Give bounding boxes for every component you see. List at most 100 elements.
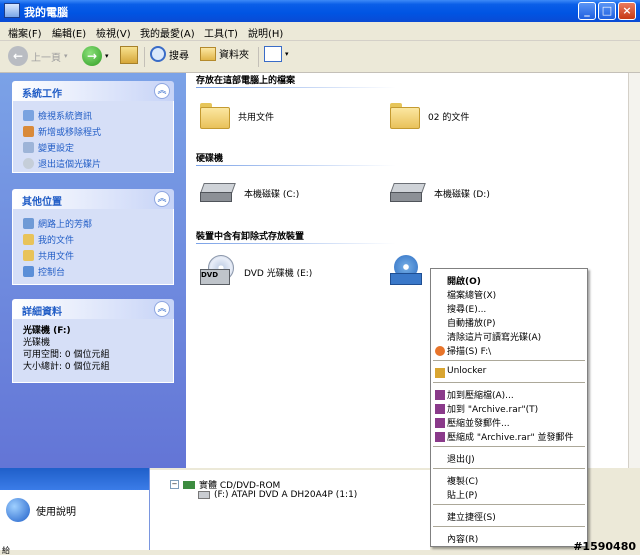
tree-node-drive[interactable]: (F:) ATAPI DVD A DH20A4P (1:1) (198, 490, 357, 500)
toolbar: ← 上一頁 ▾ → ▾ 搜尋 資料夾 ▾ (0, 41, 640, 73)
task-change-setting[interactable]: 變更設定 (23, 139, 173, 155)
collapse-chevron-icon[interactable]: ︽ (154, 83, 170, 99)
help-item[interactable]: 使用說明 (6, 498, 76, 522)
task-eject-disc[interactable]: 退出這個光碟片 (23, 155, 173, 171)
place-network[interactable]: 網路上的芳鄰 (23, 215, 173, 231)
place-label: 控制台 (38, 267, 66, 278)
item-shared-documents[interactable]: 共用文件 (200, 103, 274, 129)
group-divider (196, 87, 396, 88)
forward-dropdown-icon[interactable]: ▾ (105, 52, 109, 60)
tree-node-label: (F:) ATAPI DVD A DH20A4P (1:1) (214, 490, 358, 500)
item-label: 本機磁碟 (C:) (244, 189, 300, 200)
task-view-system-info[interactable]: 檢視系統資訊 (23, 107, 173, 123)
tree-collapse-icon[interactable]: − (170, 480, 179, 489)
item-dvd-drive-e[interactable]: DVD DVD 光碟機 (E:) (200, 255, 312, 289)
menu-create-shortcut[interactable]: 建立捷徑(S) (447, 510, 496, 523)
menu-compress-rar-email[interactable]: 壓縮成 "Archive.rar" 並發郵件 (447, 430, 573, 443)
place-shared-documents[interactable]: 共用文件 (23, 247, 173, 263)
shared-documents-icon (23, 249, 34, 261)
folders-button[interactable]: 資料夾 (200, 46, 249, 61)
menu-unlocker[interactable]: Unlocker (447, 366, 486, 376)
collapse-chevron-icon[interactable]: ︽ (154, 191, 170, 207)
cd-drive-icon (390, 255, 426, 289)
menu-search[interactable]: 搜尋(E)... (447, 302, 486, 315)
menu-add-to-archive-rar[interactable]: 加到 "Archive.rar"(T) (447, 402, 538, 415)
item-user-documents[interactable]: 02 的文件 (390, 103, 469, 129)
system-tasks-header[interactable]: 系統工作 ︽ (12, 81, 174, 101)
menu-scan[interactable]: 掃描(S) F:\ (447, 344, 491, 357)
views-button[interactable]: ▾ (264, 46, 289, 62)
vertical-scrollbar[interactable] (628, 73, 640, 468)
folder-up-icon (120, 46, 138, 64)
item-local-disk-d[interactable]: 本機磁碟 (D:) (390, 181, 490, 205)
menu-separator (433, 446, 585, 447)
menu-open[interactable]: 開啟(O) (447, 274, 481, 287)
details-panel: 詳細資料 ︽ 光碟機 (F:) 光碟機 可用空間: 0 個位元組 大小總計: 0… (12, 299, 174, 383)
folders-icon (200, 46, 216, 61)
task-label: 退出這個光碟片 (38, 159, 102, 170)
network-icon (23, 217, 34, 229)
other-places-body: 網路上的芳鄰 我的文件 共用文件 控制台 (12, 209, 174, 285)
search-label: 搜尋 (169, 50, 189, 62)
menu-erase-disc[interactable]: 清除這片可讀寫光碟(A) (447, 330, 541, 343)
views-dropdown-icon[interactable]: ▾ (285, 50, 289, 58)
menu-help[interactable]: 說明(H) (248, 25, 283, 40)
details-free-space: 可用空間: 0 個位元組 (23, 350, 110, 360)
up-folder-button[interactable] (120, 46, 138, 64)
winrar-icon (435, 404, 445, 414)
search-button[interactable]: 搜尋 (150, 46, 189, 62)
help-label: 使用說明 (36, 506, 76, 518)
toolbar-separator (144, 47, 145, 67)
menu-paste[interactable]: 貼上(P) (447, 488, 477, 501)
other-places-title: 其他位置 (22, 197, 62, 208)
group-header-removable: 裝置中含有卸除式存放裝置 (196, 232, 305, 242)
menu-favorites[interactable]: 我的最愛(A) (140, 25, 195, 40)
menu-file[interactable]: 檔案(F) (8, 25, 42, 40)
place-control-panel[interactable]: 控制台 (23, 263, 173, 279)
back-dropdown-icon[interactable]: ▾ (64, 52, 68, 60)
close-button[interactable]: × (618, 2, 636, 20)
folders-label: 資料夾 (219, 50, 249, 61)
task-pane: 系統工作 ︽ 檢視系統資訊 新增或移除程式 變更設定 退出這個光碟片 其他位置 … (0, 73, 186, 468)
details-title: 詳細資料 (22, 307, 62, 318)
menu-separator (433, 360, 585, 361)
menu-add-to-archive[interactable]: 加到壓縮檔(A)... (447, 388, 514, 401)
maximize-button[interactable]: □ (598, 2, 616, 20)
other-places-panel: 其他位置 ︽ 網路上的芳鄰 我的文件 共用文件 控制台 (12, 189, 174, 285)
control-panel-icon (23, 265, 34, 277)
forward-button[interactable]: → ▾ (82, 46, 109, 66)
item-local-disk-c[interactable]: 本機磁碟 (C:) (200, 181, 299, 205)
minimize-button[interactable]: _ (578, 2, 596, 20)
menu-tools[interactable]: 工具(T) (204, 25, 238, 40)
menu-edit[interactable]: 編輯(E) (52, 25, 86, 40)
menu-compress-email[interactable]: 壓縮並發郵件... (447, 416, 510, 429)
eject-icon (23, 157, 34, 169)
system-tasks-title: 系統工作 (22, 89, 62, 100)
item-label: 本機磁碟 (D:) (434, 189, 490, 200)
menu-properties[interactable]: 內容(R) (447, 532, 478, 545)
title-bar[interactable]: 我的電腦 _ □ × (0, 0, 640, 22)
task-label: 變更設定 (38, 143, 75, 154)
menu-bar: 檔案(F) 編輯(E) 檢視(V) 我的最愛(A) 工具(T) 說明(H) (0, 22, 640, 62)
place-my-documents[interactable]: 我的文件 (23, 231, 173, 247)
menu-autoplay[interactable]: 自動播放(P) (447, 316, 495, 329)
folder-icon (390, 103, 420, 129)
place-label: 網路上的芳鄰 (38, 219, 93, 230)
context-menu: 開啟(O) 檔案總管(X) 搜尋(E)... 自動播放(P) 清除這片可讀寫光碟… (430, 268, 588, 547)
watermark-text: #1590480 (573, 540, 636, 553)
help-panel-header (0, 468, 149, 490)
menu-explore[interactable]: 檔案總管(X) (447, 288, 496, 301)
details-header[interactable]: 詳細資料 ︽ (12, 299, 174, 319)
menu-eject[interactable]: 退出(J) (447, 452, 475, 465)
task-add-remove-programs[interactable]: 新增或移除程式 (23, 123, 173, 139)
menu-copy[interactable]: 複製(C) (447, 474, 478, 487)
group-header-hard-drives: 硬碟機 (196, 154, 224, 164)
other-places-header[interactable]: 其他位置 ︽ (12, 189, 174, 209)
details-name: 光碟機 (F:) (23, 326, 71, 336)
item-cd-drive-f[interactable] (390, 255, 426, 289)
menu-view[interactable]: 檢視(V) (96, 25, 131, 40)
task-label: 新增或移除程式 (38, 127, 102, 138)
winrar-icon (435, 418, 445, 428)
back-button[interactable]: ← 上一頁 ▾ (8, 46, 68, 66)
collapse-chevron-icon[interactable]: ︽ (154, 301, 170, 317)
